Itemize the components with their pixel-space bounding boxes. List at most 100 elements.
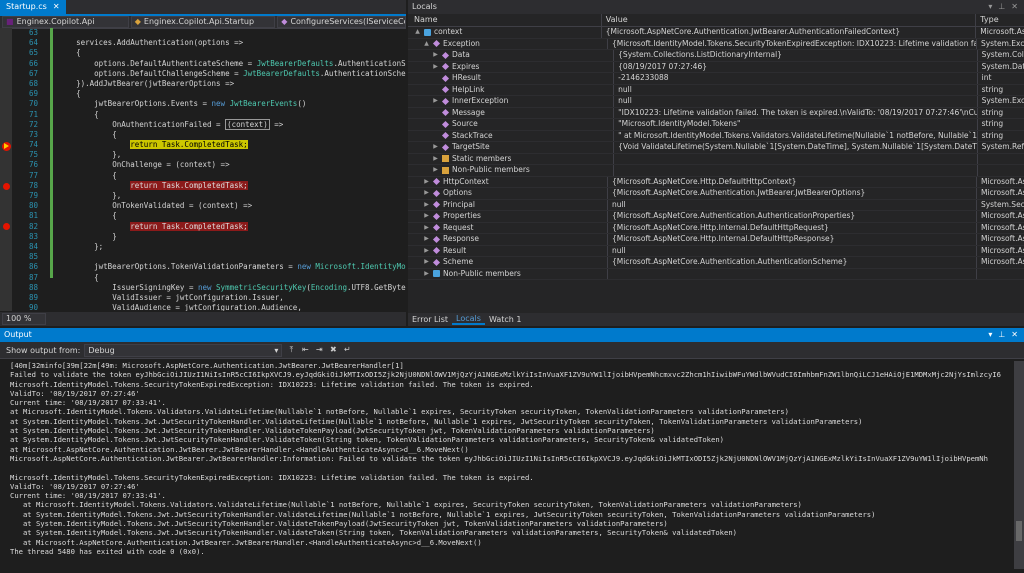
locals-row[interactable]: HelpLink null string [408,84,1024,96]
tab-watch-1[interactable]: Watch 1 [485,315,526,324]
locals-row[interactable]: Source "Microsoft.IdentityModel.Tokens" st… [408,119,1024,131]
code-line[interactable]: }, [58,191,406,201]
scrollbar-thumb[interactable] [1016,521,1022,541]
locals-row[interactable]: ▶ Request {Microsoft.AspNetCore.Http.Inter… [408,222,1024,234]
current-statement-breakpoint-icon[interactable] [2,141,11,151]
expand-toggle-icon[interactable]: ▶ [423,246,430,257]
code-line[interactable]: jwtBearerOptions.TokenValidationParamete… [58,262,406,272]
variable-value[interactable]: {Void ValidateLifetime(System.Nullable`1… [614,142,978,153]
code-line[interactable]: { [58,48,406,58]
expand-toggle-icon[interactable]: ▶ [432,96,439,107]
expand-toggle-icon[interactable]: ▶ [423,269,430,280]
variable-value[interactable]: " at Microsoft.IdentityModel.Tokens.Vali… [614,130,978,141]
code-line[interactable]: jwtBearerOptions.Events = new JwtBearerE… [58,99,406,109]
code-line[interactable]: { [58,211,406,221]
expand-toggle-icon[interactable]: ▶ [423,177,430,188]
variable-value[interactable]: "IDX10223: Lifetime validation failed. T… [614,107,978,118]
code-line[interactable]: return Task.CompletedTask; [58,180,406,191]
code-line[interactable]: options.DefaultChallengeScheme = JwtBear… [58,69,406,79]
code-line[interactable]: { [58,130,406,140]
breakpoint-icon[interactable] [3,182,10,190]
close-icon[interactable]: ✕ [1011,0,1018,14]
expand-toggle-icon[interactable]: ▶ [423,223,430,234]
code-line[interactable]: services.AddAuthentication(options => [58,38,406,48]
locals-row[interactable]: ▶ Principal nullSystem.Security.Claims.Cla… [408,199,1024,211]
code-line[interactable]: ValidAudience = jwtConfiguration.Audienc… [58,303,406,311]
locals-row[interactable]: ▶ Non-Public members [408,165,1024,177]
variable-value[interactable]: {Microsoft.AspNetCore.Authentication.Jwt… [608,188,977,199]
expand-toggle-icon[interactable]: ▶ [423,200,430,211]
variable-value[interactable]: null [608,199,977,210]
output-source-select[interactable]: Debug ▾ [84,343,283,357]
variable-value[interactable] [614,153,978,164]
expand-toggle-icon[interactable]: ▶ [432,142,439,153]
previous-message-icon[interactable]: ⇤ [300,345,310,355]
variable-value[interactable]: {Microsoft.AspNetCore.Http.Internal.Defa… [608,234,977,245]
output-scrollbar[interactable] [1014,361,1024,569]
variable-value[interactable]: {Microsoft.AspNetCore.Http.Internal.Defa… [608,222,977,233]
locals-row[interactable]: ▶ InnerException nullSystem.Exception [408,96,1024,108]
code-line[interactable]: }; [58,242,406,252]
find-message-icon[interactable]: ⤒ [286,345,296,355]
tab-locals[interactable]: Locals [452,314,485,325]
expand-toggle-icon[interactable]: ▲ [414,27,421,38]
code-lines[interactable]: services.AddAuthentication(options => { … [58,28,406,311]
code-line[interactable]: OnTokenValidated = (context) => [58,201,406,211]
variable-value[interactable]: {System.Collections.ListDictionaryIntern… [614,50,978,61]
variable-value[interactable]: -2146233088 [614,73,978,84]
expand-toggle-icon[interactable]: ▶ [432,50,439,61]
variable-value[interactable]: {Microsoft.AspNetCore.Http.DefaultHttpCo… [608,176,977,187]
code-line[interactable]: { [58,171,406,181]
code-line[interactable]: OnChallenge = (context) => [58,160,406,170]
member-dropdown[interactable]: ◆ ConfigureServices(IServiceCollec [277,16,406,28]
expand-toggle-icon[interactable]: ▶ [423,234,430,245]
locals-row[interactable]: ▶ Response {Microsoft.AspNetCore.Http.Inte… [408,234,1024,246]
tab-startup-cs[interactable]: Startup.cs ✕ [0,0,66,14]
locals-row[interactable]: ▶ Properties {Microsoft.AspNetCore.Authent… [408,211,1024,223]
code-line[interactable]: options.DefaultAuthenticateScheme = JwtB… [58,59,406,69]
variable-value[interactable]: {Microsoft.AspNetCore.Authentication.Aut… [608,211,977,222]
close-icon[interactable]: ✕ [1011,328,1018,342]
code-line[interactable]: }).AddJwtBearer(jwtBearerOptions => [58,79,406,89]
breakpoint-gutter[interactable] [0,28,12,311]
code-line[interactable]: OnAuthenticationFailed = (context) => [58,118,406,130]
zoom-dropdown[interactable]: 100 % [2,313,46,325]
output-text[interactable]: [40m[32minfo[39m[22m[49m: Microsoft.AspN… [10,361,1010,569]
expand-toggle-icon[interactable]: ▶ [423,188,430,199]
column-type[interactable]: Type [976,14,1024,26]
locals-row[interactable]: ▶ TargetSite {Void ValidateLifetime(System… [408,142,1024,154]
pin-icon[interactable]: ⊥ [998,0,1005,14]
expand-toggle-icon[interactable]: ▶ [432,154,439,165]
expand-toggle-icon[interactable]: ▶ [423,211,430,222]
code-area[interactable]: 63 64 65 66 67 68 69 70 71 72 73 74 75 76 77 78 79 80 81 82… [0,28,406,311]
variable-value[interactable]: "Microsoft.IdentityModel.Tokens" [614,119,978,130]
locals-row[interactable]: StackTrace " at Microsoft.IdentityModel.T… [408,130,1024,142]
locals-row[interactable]: ▶ Non-Public members [408,268,1024,280]
variable-value[interactable]: null [608,245,977,256]
word-wrap-icon[interactable]: ↵ [342,345,352,355]
locals-row[interactable]: ▶ Expires {08/19/2017 07:27:46}System.Date… [408,61,1024,73]
variable-value[interactable]: null [614,84,978,95]
code-line[interactable] [58,28,406,38]
locals-row[interactable]: HResult -2146233088 int [408,73,1024,85]
code-line[interactable]: return Task.CompletedTask; [58,140,406,150]
locals-row[interactable]: ▶ Static members [408,153,1024,165]
locals-row[interactable]: ▶ Data {System.Collections.ListDictionaryI… [408,50,1024,62]
project-dropdown[interactable]: ■ Enginex.Copilot.Api [2,16,129,28]
next-message-icon[interactable]: ⇥ [314,345,324,355]
locals-row[interactable]: Message "IDX10223: Lifetime validation fa… [408,107,1024,119]
expand-toggle-icon[interactable]: ▶ [423,257,430,268]
close-icon[interactable]: ✕ [53,0,60,14]
tab-error-list[interactable]: Error List [408,315,452,324]
variable-value[interactable]: {Microsoft.AspNetCore.Authentication.Jwt… [602,27,977,38]
pin-icon[interactable]: ⊥ [998,328,1005,342]
code-line[interactable]: ValidIssuer = jwtConfiguration.Issuer, [58,293,406,303]
code-line[interactable]: }, [58,150,406,160]
variable-value[interactable] [614,165,978,176]
expand-toggle-icon[interactable]: ▲ [423,39,430,50]
code-line[interactable]: return Task.CompletedTask; [58,221,406,232]
variable-value[interactable]: null [614,96,978,107]
code-line[interactable]: { [58,89,406,99]
code-line[interactable]: IssuerSigningKey = new SymmetricSecurity… [58,283,406,293]
locals-row[interactable]: ▶ Options {Microsoft.AspNetCore.Authentica… [408,188,1024,200]
